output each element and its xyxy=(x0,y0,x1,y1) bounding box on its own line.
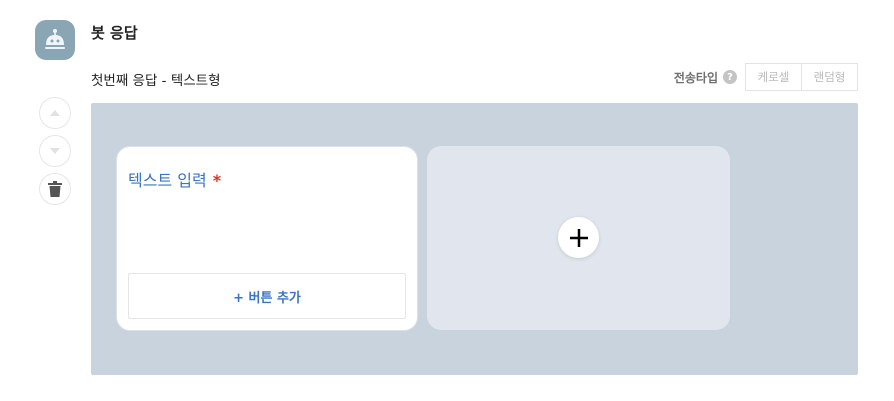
send-type-label: 전송타입 xyxy=(673,70,718,85)
random-option-button[interactable]: 랜덤형 xyxy=(801,64,857,90)
response-canvas: 텍스트 입력 * + 버튼 추가 xyxy=(91,103,858,375)
add-card-area[interactable] xyxy=(427,146,730,330)
send-type-toggle: 케로셀 랜덤형 xyxy=(745,63,858,91)
response-subtitle: 첫번째 응답 - 텍스트형 xyxy=(91,73,221,89)
move-up-button[interactable] xyxy=(39,97,71,129)
bot-response-title: 봇 응답 xyxy=(91,24,138,42)
bot-avatar xyxy=(35,20,75,60)
move-up-icon xyxy=(50,110,60,116)
text-card[interactable]: 텍스트 입력 * + 버튼 추가 xyxy=(116,146,418,331)
delete-button[interactable] xyxy=(39,173,71,205)
add-button-button[interactable]: + 버튼 추가 xyxy=(128,273,406,319)
required-mark: * xyxy=(212,171,222,190)
help-icon[interactable]: ? xyxy=(723,70,737,84)
text-card-title-label: 텍스트 입력 xyxy=(128,171,207,190)
add-card-button[interactable] xyxy=(558,217,599,258)
move-down-button[interactable] xyxy=(39,135,71,167)
robot-icon xyxy=(45,29,65,49)
send-type-control: 전송타입 ? 케로셀 랜덤형 xyxy=(674,63,858,91)
text-card-title: 텍스트 입력 * xyxy=(128,167,221,191)
carousel-option-button[interactable]: 케로셀 xyxy=(746,64,801,90)
trash-icon xyxy=(48,181,62,197)
move-down-icon xyxy=(50,148,60,154)
plus-icon xyxy=(569,228,588,247)
